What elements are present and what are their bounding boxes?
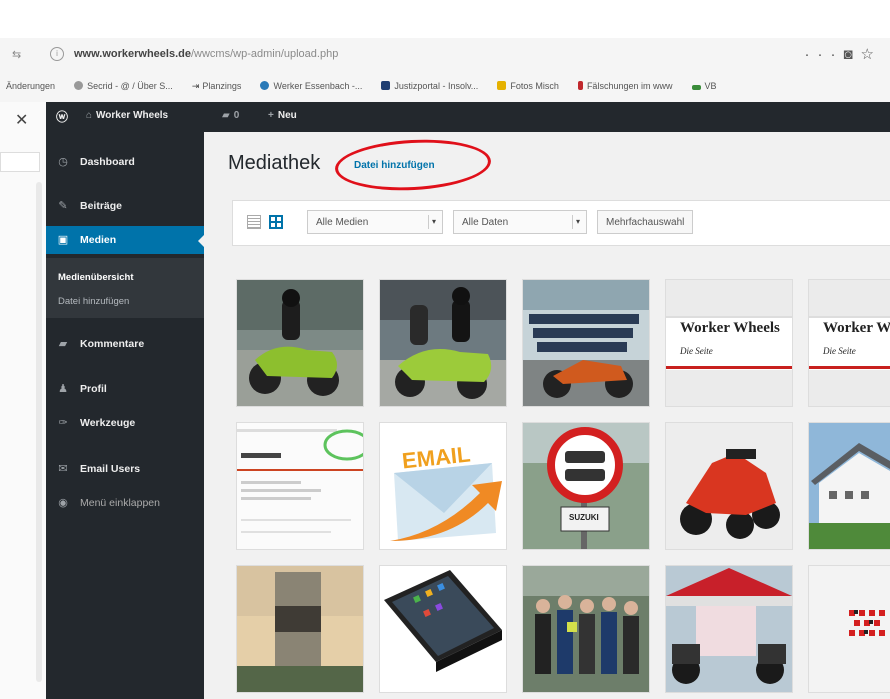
bookmark-item[interactable]: Fälschungen im www <box>577 81 672 91</box>
submenu-media-library[interactable]: Medienübersicht <box>58 272 134 283</box>
page-actions[interactable]: ···◙☆ <box>804 45 882 63</box>
sidebar-item-media[interactable]: ▣ Medien <box>46 226 204 254</box>
bookmark-item[interactable]: Secrid - @ / Über S... <box>74 81 173 91</box>
pin-icon: ✎ <box>58 200 68 212</box>
media-icon: ▣ <box>57 234 69 246</box>
more-icon[interactable]: ··· <box>804 46 843 63</box>
chevron-down-icon: ▾ <box>428 215 439 229</box>
new-content-link[interactable]: + Neu <box>268 110 297 121</box>
media-toolbar: Alle Medien ▾ Alle Daten ▾ Mehrfachauswahl <box>232 200 890 246</box>
comment-icon: ▰ <box>222 110 230 121</box>
bookmark-favicon-icon <box>74 81 84 90</box>
media-tile-smartphone-graphic[interactable] <box>380 566 506 692</box>
browser-url-bar[interactable]: ⇆ i www.workerwheels.de/wwcms/wp-admin/u… <box>0 38 890 73</box>
reader-icon[interactable]: ⇆ <box>12 48 21 61</box>
sidebar-item-tools[interactable]: ✑ Werkzeuge <box>46 409 204 437</box>
bulk-select-button[interactable]: Mehrfachauswahl <box>597 210 694 234</box>
user-icon: ♟ <box>58 383 68 395</box>
bookmark-favicon-icon <box>691 85 701 90</box>
page-title: Mediathek <box>228 152 321 174</box>
media-tile-group-photo[interactable] <box>523 566 649 692</box>
filter-media-select[interactable]: Alle Medien ▾ <box>307 210 443 234</box>
submenu-add-new[interactable]: Datei hinzufügen <box>58 296 129 307</box>
sidebar-item-comments[interactable]: ▰ Kommentare <box>46 330 204 358</box>
bookmark-item[interactable]: Änderungen <box>6 81 55 91</box>
bookmark-item[interactable]: ⇥ Planzings <box>192 81 242 92</box>
bookmark-favicon-icon <box>381 81 391 90</box>
media-tile-hotel-building[interactable] <box>809 423 890 549</box>
dashboard-icon: ◷ <box>58 156 68 168</box>
collapse-icon: ◉ <box>58 497 68 509</box>
media-tile-email-graphic[interactable]: EMAIL <box>380 423 506 549</box>
media-tile-scooter-green-rider[interactable] <box>237 280 363 406</box>
sidebar-item-posts[interactable]: ✎ Beiträge <box>46 192 204 220</box>
scrollbar[interactable] <box>36 182 42 682</box>
sidebar-item-profile[interactable]: ♟ Profil <box>46 375 204 403</box>
comment-icon: ▰ <box>58 338 68 350</box>
media-tile-tower-building[interactable] <box>237 566 363 692</box>
folder-icon <box>497 81 507 90</box>
arrow-icon: ⇥ <box>191 81 200 91</box>
collapse-menu-button[interactable]: ◉ Menü einklappen <box>46 489 204 517</box>
url-text[interactable]: www.workerwheels.de/wwcms/wp-admin/uploa… <box>74 48 338 60</box>
media-tile-banner-worker-wheels[interactable]: Worker Wheels Die Seite <box>666 280 792 406</box>
media-tile-event-tent[interactable] <box>666 566 792 692</box>
home-icon: ⌂ <box>86 110 93 121</box>
media-tile-red-three-wheel-scooter[interactable] <box>666 423 792 549</box>
chevron-down-icon: ▾ <box>572 215 583 229</box>
wrench-icon: ✑ <box>58 417 68 429</box>
plus-icon: + <box>268 110 274 121</box>
comments-link[interactable]: ▰ 0 <box>222 110 239 121</box>
sidebar-item-dashboard[interactable]: ◷ Dashboard <box>46 148 204 176</box>
sidebar-item-email-users[interactable]: ✉ Email Users <box>46 455 204 483</box>
bookmark-item[interactable]: Werker Essenbach -... <box>260 81 362 91</box>
email-icon: ✉ <box>58 463 68 475</box>
list-view-icon[interactable] <box>247 215 261 229</box>
info-icon[interactable]: i <box>50 47 64 61</box>
grid-view-icon[interactable] <box>269 215 283 229</box>
filter-dates-select[interactable]: Alle Daten ▾ <box>453 210 587 234</box>
site-name-link[interactable]: ⌂ Worker Wheels <box>86 110 168 121</box>
browser-sidebar <box>0 102 47 699</box>
bookmark-item[interactable]: Justizportal - Insolv... <box>381 81 478 91</box>
wordpress-logo-icon[interactable]: ⓦ <box>56 108 68 125</box>
bookmark-star-icon[interactable]: ☆ <box>861 46 882 63</box>
wp-admin-bar: ⓦ ⌂ Worker Wheels ▰ 0 + Neu <box>46 102 890 132</box>
media-tile-scooter-green-two-riders[interactable] <box>380 280 506 406</box>
wp-admin-menu: ◷ Dashboard ✎ Beiträge ▣ Medien ▰ Kommentare… <box>46 132 204 699</box>
bookmark-item[interactable]: Fotos Misch <box>497 81 559 91</box>
pocket-icon[interactable]: ◙ <box>843 46 860 63</box>
close-icon[interactable]: ✕ <box>15 110 28 130</box>
active-menu-arrow <box>198 234 205 248</box>
media-tile-prohibition-sign[interactable]: SUZUKI <box>523 423 649 549</box>
bookmark-item[interactable]: VB <box>691 81 717 91</box>
media-tile-motorcycle-text-overlay[interactable] <box>523 280 649 406</box>
bookmark-favicon-icon <box>260 81 270 90</box>
bookmarks-bar: Änderungen Secrid - @ / Über S... ⇥ Planz… <box>0 72 890 103</box>
media-tile-red-pattern[interactable] <box>809 566 890 692</box>
sidebar-search-field[interactable] <box>0 152 40 172</box>
media-tile-banner-worker-wheels-2[interactable]: Worker Wheels Die Seite <box>809 280 890 406</box>
media-submenu: Medienübersicht Datei hinzufügen <box>46 258 204 318</box>
bookmark-favicon-icon <box>577 81 583 90</box>
media-tile-website-screenshot[interactable] <box>237 423 363 549</box>
